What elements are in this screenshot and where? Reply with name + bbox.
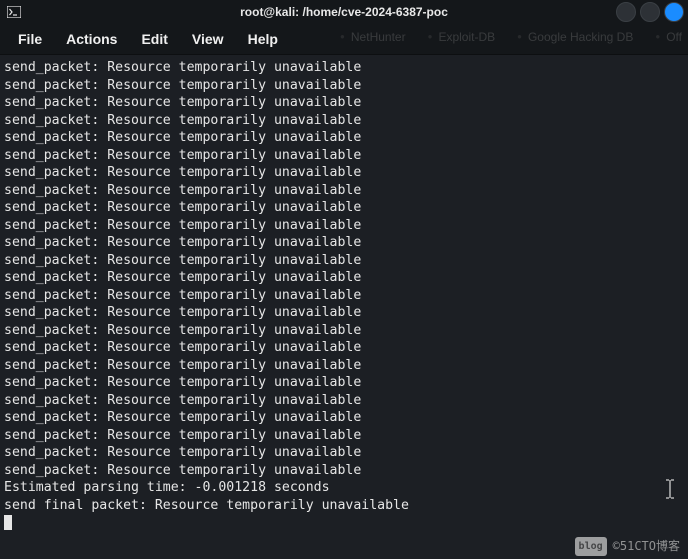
background-bookmarks: NetHunter Exploit-DB Google Hacking DB O… [340, 30, 682, 44]
ghost-link: Google Hacking DB [517, 30, 633, 44]
terminal-icon [6, 4, 22, 20]
menu-file[interactable]: File [6, 27, 54, 51]
terminal-lines: send_packet: Resource temporarily unavai… [4, 60, 409, 513]
maximize-button[interactable] [640, 2, 660, 22]
watermark-badge: blog [575, 537, 607, 557]
menu-edit[interactable]: Edit [129, 27, 179, 51]
watermark: blog ©51CTO博客 [575, 537, 680, 557]
ibeam-cursor-icon [621, 462, 676, 521]
terminal-output[interactable]: send_packet: Resource temporarily unavai… [0, 55, 688, 559]
watermark-text: ©51CTO博客 [613, 538, 680, 556]
window-titlebar: root@kali: /home/cve-2024-6387-poc [0, 0, 688, 24]
window-title: root@kali: /home/cve-2024-6387-poc [0, 5, 688, 19]
ghost-link: NetHunter [340, 30, 406, 44]
menubar: File Actions Edit View Help NetHunter Ex… [0, 24, 688, 55]
text-cursor [4, 515, 12, 530]
minimize-button[interactable] [616, 2, 636, 22]
window-buttons [616, 2, 684, 22]
close-button[interactable] [664, 2, 684, 22]
menu-actions[interactable]: Actions [54, 27, 129, 51]
ghost-link: Exploit-DB [428, 30, 496, 44]
menu-help[interactable]: Help [236, 27, 290, 51]
ghost-link: Off [655, 30, 682, 44]
menu-view[interactable]: View [180, 27, 236, 51]
